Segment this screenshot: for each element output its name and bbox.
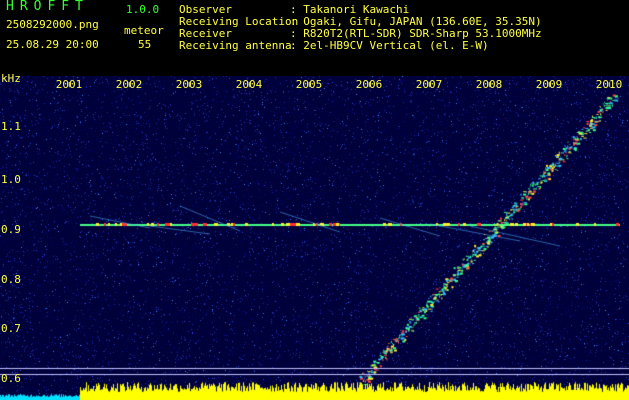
meteor-count: 55: [138, 38, 152, 51]
x-tick: 2001: [55, 78, 83, 91]
y-tick: 1.1: [1, 120, 21, 133]
y-tick: 0.7: [1, 322, 21, 335]
x-tick: 2007: [415, 78, 443, 91]
spectrogram-canvas: [0, 76, 629, 400]
x-tick: 2008: [475, 78, 503, 91]
app-version: 1.0.0: [126, 3, 160, 16]
meteor-label: meteor: [124, 24, 164, 37]
header-panel: HROFFT 1.0.0 2508292000.png meteor 55 25…: [0, 0, 629, 56]
x-tick: 2002: [115, 78, 143, 91]
antenna-label: Receiving antenna: [179, 39, 292, 52]
antenna-value: : 2el-HB9CV Vertical (el. E-W): [290, 39, 489, 52]
y-tick: 0.6: [1, 372, 21, 385]
app-title: HROFFT: [6, 0, 89, 14]
y-tick: 0.8: [1, 273, 21, 286]
timestamp: 25.08.29 20:00: [6, 38, 99, 51]
file-name: 2508292000.png: [6, 18, 99, 31]
x-tick: 2009: [535, 78, 563, 91]
y-axis-unit: kHz: [1, 72, 21, 85]
y-tick: 0.9: [1, 223, 21, 236]
x-tick: 2006: [355, 78, 383, 91]
x-tick: 2004: [235, 78, 263, 91]
y-tick: 1.0: [1, 173, 21, 186]
x-tick: 2005: [295, 78, 323, 91]
x-tick: 2010: [595, 78, 623, 91]
x-tick: 2003: [175, 78, 203, 91]
